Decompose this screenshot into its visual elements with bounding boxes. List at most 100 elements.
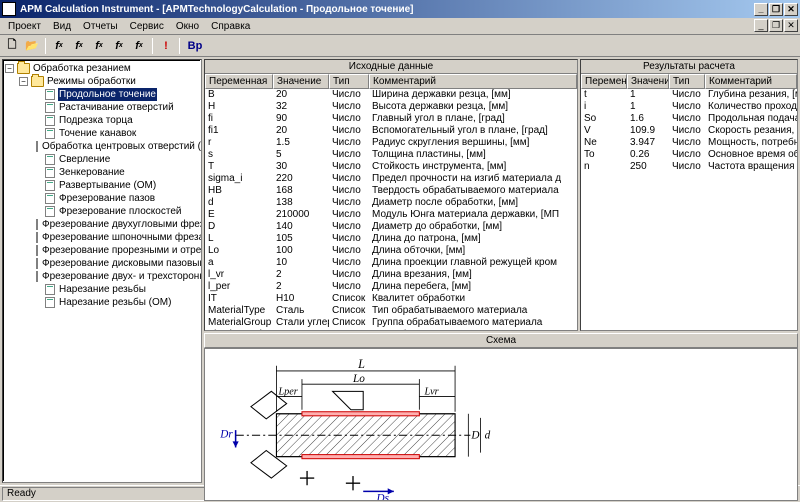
label-L: L	[357, 357, 365, 371]
result-data-panel: Результаты расчета Переменная Значение Т…	[580, 59, 798, 331]
toolbar-separator	[152, 38, 153, 54]
input-row[interactable]: fi90ЧислоГлавный угол в плане, [град]	[205, 113, 577, 125]
minimize-button[interactable]: _	[754, 3, 768, 16]
input-grid-body[interactable]: B20ЧислоШирина державки резца, [мм]H32Чи…	[205, 89, 577, 330]
tree-item[interactable]: Фрезерование двухугловыми фрезами (ОМ)	[5, 218, 199, 231]
tree-item[interactable]: Нарезание резьбы (ОМ)	[5, 296, 199, 309]
menu-reports[interactable]: Отчеты	[77, 20, 124, 33]
tool-warning[interactable]: !	[157, 37, 175, 55]
label-d: d	[485, 429, 491, 441]
input-row[interactable]: Lo100ЧислоДлина обточки, [мм]	[205, 245, 577, 257]
input-headers: Переменная Значение Тип Комментарий	[205, 74, 577, 89]
col-value[interactable]: Значение	[273, 74, 329, 89]
input-row[interactable]: B20ЧислоШирина державки резца, [мм]	[205, 89, 577, 101]
tool-fx4[interactable]: fx	[110, 37, 128, 55]
window-title: APM Calculation Instrument - [APMTechnol…	[20, 4, 413, 15]
menu-view[interactable]: Вид	[47, 20, 77, 33]
label-lper: Lper	[277, 386, 297, 397]
result-row[interactable]: Ne3.947ЧислоМощность, потребная на резан…	[581, 137, 797, 149]
result-row[interactable]: i1ЧислоКоличество проходов	[581, 101, 797, 113]
close-button[interactable]: ✕	[784, 3, 798, 16]
input-row[interactable]: l_vr2ЧислоДлина врезания, [мм]	[205, 269, 577, 281]
input-row[interactable]: MaterialTypeСтальСписокТип обрабатываемо…	[205, 305, 577, 317]
input-row[interactable]: FixationMethodВ патронеСписокСпособ закр…	[205, 329, 577, 330]
tool-open[interactable]: 📂	[23, 37, 41, 55]
input-row[interactable]: T30ЧислоСтойкость инструмента, [мм]	[205, 161, 577, 173]
col-value[interactable]: Значение	[627, 74, 669, 89]
result-row[interactable]: V109.9ЧислоСкорость резания, [м/мин]	[581, 125, 797, 137]
result-headers: Переменная Значение Тип Комментарий	[581, 74, 797, 89]
tree-item[interactable]: Фрезерование пазов	[5, 192, 199, 205]
tool-fx2[interactable]: fx	[70, 37, 88, 55]
input-title: Исходные данные	[205, 60, 577, 74]
result-row[interactable]: To0.26ЧислоОсновное время обработки, [ми…	[581, 149, 797, 161]
tree-item[interactable]: Сверление	[5, 153, 199, 166]
col-variable[interactable]: Переменная	[205, 74, 273, 89]
result-row[interactable]: So1.6ЧислоПродольная подача, [мм/об]	[581, 113, 797, 125]
window-buttons: _ ❐ ✕	[754, 3, 798, 16]
col-comment[interactable]: Комментарий	[369, 74, 577, 89]
tool-fx5[interactable]: fx	[130, 37, 148, 55]
scheme-title: Схема	[204, 333, 798, 348]
input-row[interactable]: a10ЧислоДлина проекции главной режущей к…	[205, 257, 577, 269]
col-comment[interactable]: Комментарий	[705, 74, 797, 89]
input-data-panel: Исходные данные Переменная Значение Тип …	[204, 59, 578, 331]
result-row[interactable]: t1ЧислоГлубина резания, [мм]	[581, 89, 797, 101]
menu-project[interactable]: Проект	[2, 20, 47, 33]
input-row[interactable]: E210000ЧислоМодуль Юнга материала держав…	[205, 209, 577, 221]
scheme-drawing: L Lo Lper Lvr Dr Ds D d	[204, 348, 798, 501]
input-row[interactable]: D140ЧислоДиаметр до обработки, [мм]	[205, 221, 577, 233]
tree-item[interactable]: Растачивание отверстий	[5, 101, 199, 114]
input-row[interactable]: MaterialGroupСтали углеродистСписокГрупп…	[205, 317, 577, 329]
input-row[interactable]: H32ЧислоВысота державки резца, [мм]	[205, 101, 577, 113]
tool-fx3[interactable]: fx	[90, 37, 108, 55]
mdi-minimize-button[interactable]: _	[754, 19, 768, 32]
window-titlebar: APM Calculation Instrument - [APMTechnol…	[0, 0, 800, 18]
col-type[interactable]: Тип	[669, 74, 705, 89]
maximize-button[interactable]: ❐	[769, 3, 783, 16]
input-row[interactable]: s5ЧислоТолщина пластины, [мм]	[205, 149, 577, 161]
mdi-close-button[interactable]: ✕	[784, 19, 798, 32]
tree-item[interactable]: Развертывание (ОМ)	[5, 179, 199, 192]
input-row[interactable]: L105ЧислоДлина до патрона, [мм]	[205, 233, 577, 245]
tree-item[interactable]: Фрезерование шпоночными фрезами (ОМ)	[5, 231, 199, 244]
label-Dr: Dr	[219, 428, 233, 440]
input-row[interactable]: sigma_i220ЧислоПредел прочности на изгиб…	[205, 173, 577, 185]
input-row[interactable]: ITH10СписокКвалитет обработки	[205, 293, 577, 305]
col-variable[interactable]: Переменная	[581, 74, 627, 89]
workspace: −Обработка резанием−Режимы обработкиПрод…	[0, 57, 800, 485]
input-row[interactable]: d138ЧислоДиаметр после обработки, [мм]	[205, 197, 577, 209]
menu-help[interactable]: Справка	[205, 20, 256, 33]
input-row[interactable]: l_per2ЧислоДлина перебега, [мм]	[205, 281, 577, 293]
menu-service[interactable]: Сервис	[124, 20, 170, 33]
tree-item[interactable]: Фрезерование прорезными и отрезными фрез…	[5, 244, 199, 257]
tool-return[interactable]: Вр	[184, 37, 206, 55]
tool-new[interactable]: 🗋	[3, 37, 21, 55]
tree-item[interactable]: Фрезерование двух- и трехсторонними фрез…	[5, 270, 199, 283]
tree-item[interactable]: Подрезка торца	[5, 114, 199, 127]
label-Lo: Lo	[352, 373, 365, 385]
tree-item[interactable]: Зенкерование	[5, 166, 199, 179]
menu-bar: Проект Вид Отчеты Сервис Окно Справка _ …	[0, 18, 800, 35]
input-row[interactable]: HB168ЧислоТвердость обрабатываемого мате…	[205, 185, 577, 197]
tree-item[interactable]: Фрезерование дисковыми пазовыми фрезами …	[5, 257, 199, 270]
tree-item[interactable]: Фрезерование плоскостей	[5, 205, 199, 218]
tool-fx1[interactable]: fx	[50, 37, 68, 55]
tree-panel: −Обработка резанием−Режимы обработкиПрод…	[2, 59, 202, 483]
app-icon	[2, 2, 16, 16]
tree-group[interactable]: −Режимы обработки	[5, 75, 199, 88]
mdi-restore-button[interactable]: ❐	[769, 19, 783, 32]
col-type[interactable]: Тип	[329, 74, 369, 89]
tree-item[interactable]: Обработка центровых отверстий (ОМ)	[5, 140, 199, 153]
result-row[interactable]: n250ЧислоЧастота вращения шпинделя, [об/…	[581, 161, 797, 173]
toolbar-separator	[45, 38, 46, 54]
menu-window[interactable]: Окно	[170, 20, 205, 33]
tree-item[interactable]: Продольное точение	[5, 88, 199, 101]
input-row[interactable]: r1.5ЧислоРадиус скругления вершины, [мм]	[205, 137, 577, 149]
tree-body[interactable]: −Обработка резанием−Режимы обработкиПрод…	[3, 60, 201, 482]
input-row[interactable]: fi120ЧислоВспомогательный угол в плане, …	[205, 125, 577, 137]
tree-item[interactable]: Точение канавок	[5, 127, 199, 140]
label-D: D	[470, 429, 479, 441]
tree-item[interactable]: Нарезание резьбы	[5, 283, 199, 296]
result-grid-body[interactable]: t1ЧислоГлубина резания, [мм]i1ЧислоКолич…	[581, 89, 797, 330]
